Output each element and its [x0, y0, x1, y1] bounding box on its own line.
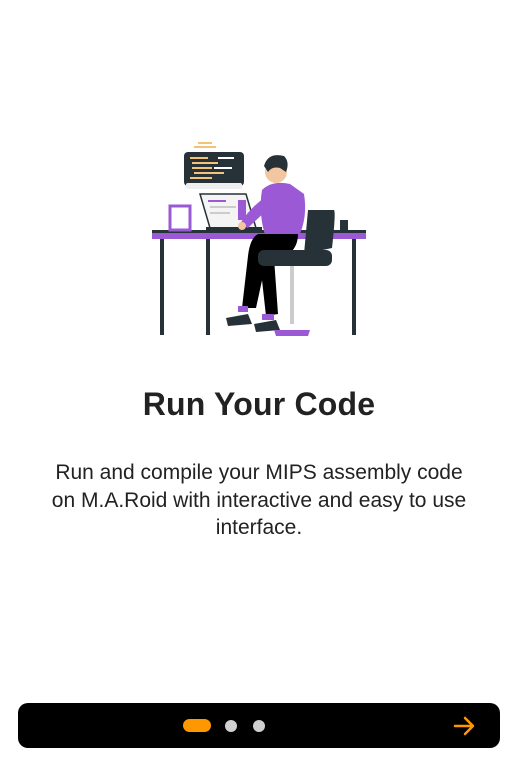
developer-illustration: [148, 138, 370, 344]
onboarding-nav-bar: [18, 703, 500, 748]
page-dot[interactable]: [253, 719, 265, 732]
arrow-right-icon: [453, 716, 475, 736]
page-title: Run Your Code: [142, 386, 376, 422]
page-dot[interactable]: [225, 719, 237, 732]
code-window-icon: [184, 142, 244, 189]
next-button[interactable]: [450, 712, 478, 740]
page-indicator: [183, 719, 281, 732]
page-dot-active[interactable]: [183, 719, 211, 732]
page-description: Run and compile your MIPS assembly code …: [51, 461, 467, 539]
